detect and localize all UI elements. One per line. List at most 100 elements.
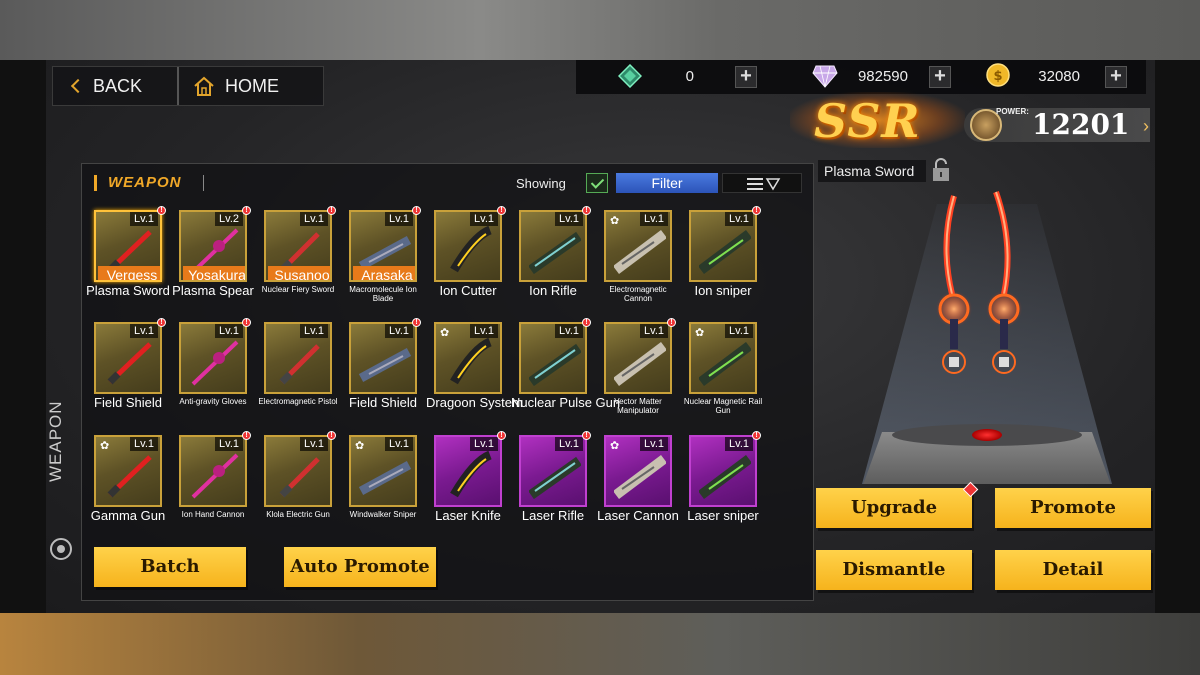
weapon-tile: Lv.1: [349, 322, 417, 394]
weapon-tile: Lv.1: [179, 322, 247, 394]
weapon-card[interactable]: Lv.1 Vergess! Plasma Sword: [86, 206, 170, 304]
weapon-tile: Lv.1: [434, 435, 502, 507]
weapon-level: Lv.1: [725, 437, 753, 451]
weapon-owner: Vergess: [98, 266, 160, 280]
alert-icon: !: [242, 431, 251, 440]
weapon-card[interactable]: ✿ Lv.1 Electromagnetic Cannon: [602, 208, 674, 304]
weapon-tile: Lv.1: [264, 435, 332, 507]
weapon-icon: [699, 230, 751, 274]
weapon-tab-icon: [50, 538, 72, 560]
weapon-card[interactable]: Lv.1! Klola Electric Gun: [262, 431, 336, 529]
weapon-name: Field Shield: [349, 395, 417, 410]
weapon-level: Lv.1: [555, 437, 583, 451]
sort-button[interactable]: [722, 173, 802, 193]
weapon-card[interactable]: Lv.1! Anti-gravity Gloves: [177, 318, 251, 416]
weapon-name: Laser Rifle: [521, 508, 585, 523]
weapon-tile: Lv.1 Vergess: [94, 210, 162, 282]
home-button[interactable]: HOME: [179, 67, 293, 105]
weapon-card[interactable]: ✿ Lv.1 Laser Cannon: [597, 433, 679, 529]
weapon-tile: Lv.1: [604, 322, 672, 394]
add-crystal-button[interactable]: +: [735, 66, 757, 88]
weapon-name: Klola Electric Gun: [266, 510, 330, 519]
star-mark-icon: ✿: [355, 440, 365, 452]
panel-header: WEAPON Showing Filter: [82, 164, 813, 202]
weapon-card[interactable]: Lv.1! Ion Hand Cannon: [177, 431, 251, 529]
alert-icon: !: [412, 206, 421, 215]
weapon-card[interactable]: Lv.1! Ion Cutter: [432, 206, 506, 304]
weapon-name: Field Shield: [94, 395, 162, 410]
weapon-tile: Lv.1: [94, 322, 162, 394]
weapon-icon: [450, 338, 492, 385]
weapon-name: Electromagnetic Pistol: [258, 397, 338, 406]
weapon-card[interactable]: Lv.1! Field Shield: [92, 318, 166, 416]
weapon-name: Plasma Spear: [172, 283, 254, 298]
alert-icon: !: [157, 206, 166, 215]
alert-icon: !: [582, 318, 591, 327]
weapon-name: Windwalker Sniper: [349, 510, 417, 519]
dismantle-button[interactable]: Dismantle: [816, 550, 972, 590]
weapon-level: Lv.1: [385, 324, 413, 338]
weapon-card[interactable]: Lv.2 Yosakura! Plasma Spear: [172, 206, 254, 304]
weapon-tile: Lv.2 Yosakura: [179, 210, 247, 282]
weapon-name: Nuclear Fiery Sword: [261, 285, 335, 294]
weapon-card[interactable]: ✿ Lv.1 Windwalker Sniper: [347, 433, 419, 529]
home-icon: [193, 75, 215, 97]
weapon-name: Vector Matter Manipulator: [614, 397, 662, 415]
weapon-icon: [529, 231, 581, 274]
alert-icon: !: [327, 206, 336, 215]
weapon-level: Lv.1: [470, 212, 498, 226]
power-detail-arrow-icon[interactable]: ›: [1143, 116, 1153, 136]
detail-button[interactable]: Detail: [995, 550, 1151, 590]
weapon-tile: Lv.1: [264, 322, 332, 394]
back-button[interactable]: BACK: [53, 67, 179, 105]
lock-icon[interactable]: [930, 157, 952, 183]
weapon-icon: [450, 226, 492, 273]
weapon-card[interactable]: Lv.1! Laser Knife: [432, 431, 506, 529]
showing-checkbox[interactable]: [586, 173, 608, 193]
weapon-tile: Lv.1: [519, 435, 587, 507]
rarity-badge: SSR: [790, 92, 965, 148]
star-mark-icon: ✿: [100, 440, 110, 452]
promote-button[interactable]: Promote: [995, 488, 1151, 528]
weapon-card[interactable]: Lv.1! Nuclear Pulse Gun: [511, 318, 620, 416]
add-gold-button[interactable]: +: [1105, 66, 1127, 88]
add-diamond-button[interactable]: +: [929, 66, 951, 88]
alert-icon: !: [327, 431, 336, 440]
weapon-name: Dragoon System: [426, 395, 523, 410]
weapon-card[interactable]: Lv.1! Field Shield: [347, 318, 421, 416]
back-label: BACK: [93, 75, 143, 96]
weapon-card[interactable]: ✿ Lv.1 Nuclear Magnetic Rail Gun: [684, 320, 762, 416]
weapon-level: Lv.1: [470, 324, 498, 338]
weapon-card[interactable]: Lv.1 Arasaka! Macromolecule Ion Blade: [347, 206, 421, 304]
weapon-tile: ✿ Lv.1: [94, 435, 162, 507]
filter-button[interactable]: Filter: [616, 173, 718, 193]
weapon-name: Ion sniper: [694, 283, 752, 298]
top-backdrop: [0, 0, 1200, 60]
weapon-card[interactable]: Lv.1! Vector Matter Manipulator: [602, 318, 676, 416]
weapon-level: Lv.1: [300, 437, 328, 451]
showing-label: Showing: [516, 176, 566, 191]
weapon-card[interactable]: ✿ Lv.1 Gamma Gun: [91, 433, 165, 529]
weapon-card[interactable]: ✿ Lv.1 Dragoon System: [426, 320, 523, 416]
weapon-level: Lv.1: [725, 212, 753, 226]
weapon-level: Lv.1: [385, 212, 413, 226]
auto-promote-button[interactable]: Auto Promote: [284, 547, 436, 587]
alert-icon: !: [497, 431, 506, 440]
weapon-card[interactable]: Lv.1! Laser Rifle: [517, 431, 591, 529]
weapon-icon: [699, 342, 751, 386]
upgrade-button[interactable]: Upgrade: [816, 481, 979, 528]
weapon-card[interactable]: Lv.1! Ion sniper: [687, 206, 761, 304]
weapon-level: Lv.1: [555, 324, 583, 338]
batch-button[interactable]: Batch: [94, 547, 246, 587]
weapon-icon: [529, 343, 581, 386]
weapon-card[interactable]: Lv.1 Electromagnetic Pistol: [258, 320, 338, 416]
weapon-name: Plasma Sword: [86, 283, 170, 298]
weapon-card[interactable]: Lv.1! Laser sniper: [687, 431, 761, 529]
alert-icon: !: [157, 318, 166, 327]
weapon-card[interactable]: Lv.1! Ion Rifle: [517, 206, 591, 304]
weapon-card[interactable]: Lv.1 Susanoo! Nuclear Fiery Sword: [262, 206, 336, 304]
weapon-name: Laser Cannon: [597, 508, 679, 523]
weapon-tile: Lv.1: [434, 210, 502, 282]
weapon-icon: [450, 451, 492, 498]
weapon-level: Lv.1: [640, 437, 668, 451]
